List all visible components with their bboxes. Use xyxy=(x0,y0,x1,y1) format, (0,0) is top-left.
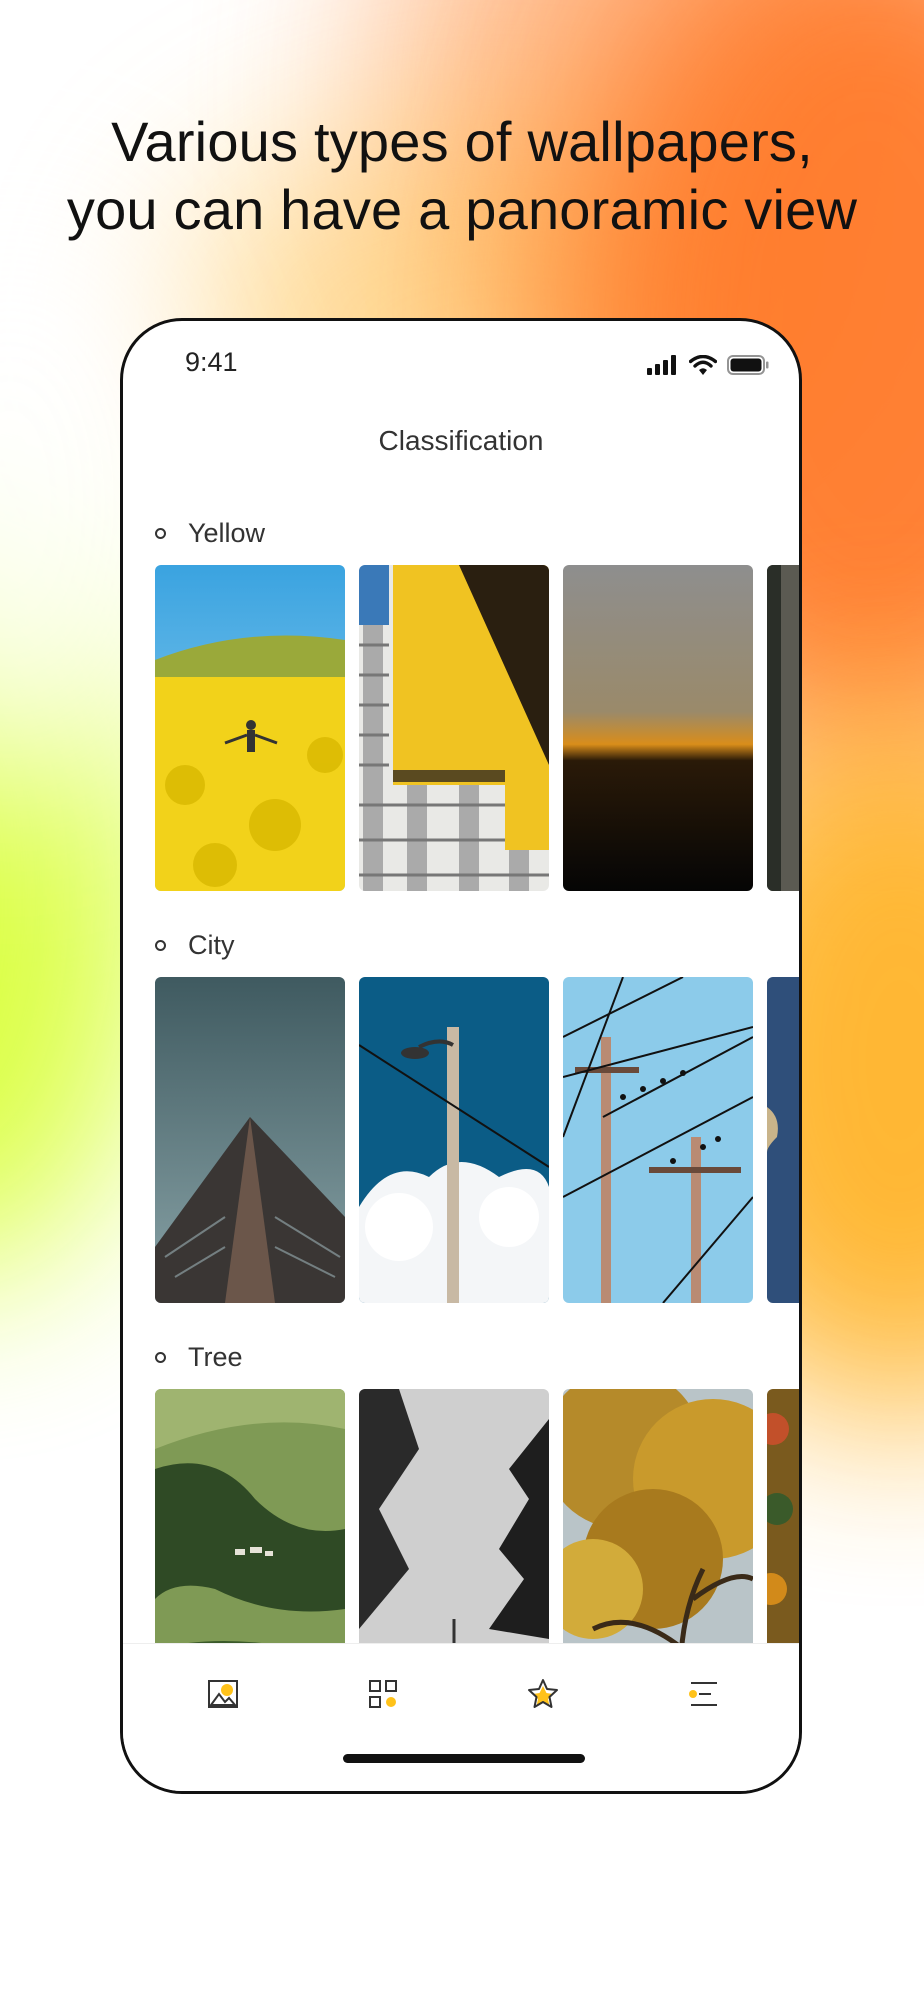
section-title: Tree xyxy=(188,1341,243,1372)
wallpaper-thumbnail-sunset-horizon[interactable] xyxy=(563,565,753,891)
section-title: City xyxy=(188,929,235,960)
star-icon xyxy=(527,1678,559,1715)
thumbnail-row xyxy=(155,565,799,891)
page-title: Classification xyxy=(378,425,544,456)
tab-favorites[interactable] xyxy=(523,1676,563,1716)
category-section-city: City xyxy=(155,925,799,1303)
wallpaper-thumbnail-yellow-building[interactable] xyxy=(359,565,549,891)
section-header[interactable]: Tree xyxy=(155,1337,799,1377)
bottom-tab-bar xyxy=(123,1643,799,1791)
bullet-icon xyxy=(155,939,166,951)
home-indicator[interactable] xyxy=(343,1754,585,1763)
wallpaper-thumbnail-coastline-aerial[interactable] xyxy=(767,977,799,1303)
section-header[interactable]: Yellow xyxy=(155,513,799,553)
promo-headline: Various types of wallpapers, you can hav… xyxy=(0,108,924,244)
menu-list-icon xyxy=(687,1679,719,1714)
phone-frame: 9:41 Classification Yellow City Tree xyxy=(120,318,802,1794)
signal-icon xyxy=(647,355,679,380)
status-time: 9:41 xyxy=(185,347,238,377)
thumbnail-row xyxy=(155,977,799,1303)
bullet-icon xyxy=(155,527,166,539)
wallpaper-thumbnail-stone-wall[interactable] xyxy=(767,565,799,891)
section-title: Yellow xyxy=(188,517,266,548)
battery-icon xyxy=(727,355,769,380)
bullet-icon xyxy=(155,1351,166,1363)
status-bar: 9:41 xyxy=(123,321,799,411)
wifi-icon xyxy=(688,354,718,380)
image-icon xyxy=(207,1678,239,1715)
category-section-tree: Tree xyxy=(155,1337,799,1715)
tab-menu[interactable] xyxy=(683,1676,723,1716)
tab-classification[interactable] xyxy=(363,1676,403,1716)
grid-icon xyxy=(368,1679,398,1714)
headline-line-2: you can have a panoramic view xyxy=(66,178,858,241)
tab-wallpapers[interactable] xyxy=(203,1676,243,1716)
wallpaper-thumbnail-street-lamp[interactable] xyxy=(359,977,549,1303)
wallpaper-thumbnail-yellow-flower-field[interactable] xyxy=(155,565,345,891)
headline-line-1: Various types of wallpapers, xyxy=(111,110,813,173)
wallpaper-thumbnail-power-lines-birds[interactable] xyxy=(563,977,753,1303)
category-section-yellow: Yellow xyxy=(155,513,799,891)
wallpaper-thumbnail-skyscraper[interactable] xyxy=(155,977,345,1303)
section-header[interactable]: City xyxy=(155,925,799,965)
